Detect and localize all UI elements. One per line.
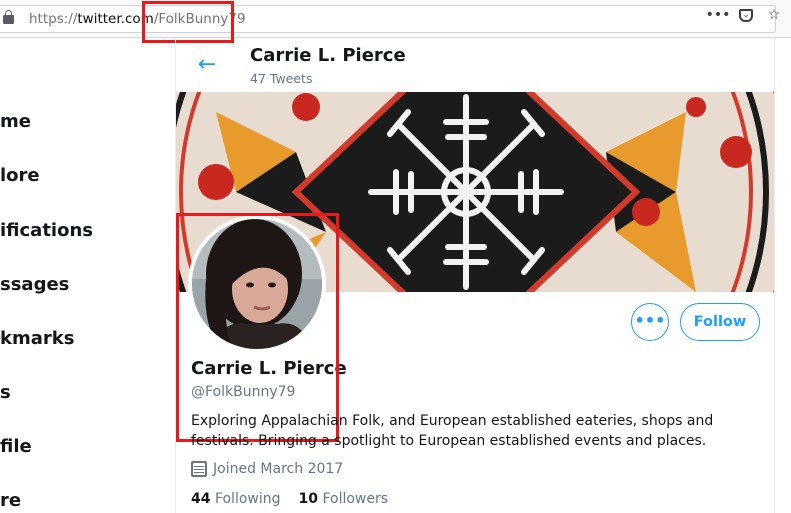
sidebar-nav: me lore ifications ssages kmarks s file … — [0, 38, 175, 513]
lock-icon — [3, 10, 14, 24]
joined-date: Joined March 2017 — [191, 461, 343, 477]
star-icon[interactable]: ☆ — [765, 6, 783, 24]
nav-item-home[interactable]: me — [0, 111, 31, 132]
back-arrow-icon[interactable]: ← — [194, 52, 220, 78]
following-link[interactable]: 44 Following — [191, 491, 281, 507]
annotation-box-profile — [176, 213, 339, 442]
nav-item-notifications[interactable]: ifications — [0, 220, 93, 241]
followers-label: Followers — [322, 491, 389, 507]
follow-stats: 44 Following 10 Followers — [191, 491, 388, 507]
following-label: Following — [214, 491, 281, 507]
nav-item-explore[interactable]: lore — [0, 165, 40, 186]
profile-header-bar: ← Carrie L. Pierce 47 Tweets — [176, 38, 776, 92]
header-name: Carrie L. Pierce — [250, 45, 406, 66]
nav-item-messages[interactable]: ssages — [0, 274, 69, 295]
calendar-icon — [191, 461, 207, 477]
url-actions: ••• ⌄ ☆ — [706, 6, 783, 24]
followers-count: 10 — [298, 491, 318, 507]
annotation-box-url — [142, 1, 234, 43]
more-options-button[interactable]: ••• — [631, 303, 669, 341]
nav-item-more[interactable]: re — [0, 490, 21, 511]
nav-item-bookmarks[interactable]: kmarks — [0, 328, 74, 349]
joined-text: Joined March 2017 — [213, 461, 344, 477]
page: https://twitter.com/FolkBunny79 ••• ⌄ ☆ … — [0, 0, 791, 513]
header-tweet-count: 47 Tweets — [250, 71, 313, 86]
followers-link[interactable]: 10 Followers — [299, 491, 389, 507]
profile-bio: Exploring Appalachian Folk, and European… — [191, 413, 714, 449]
ellipsis-icon[interactable]: ••• — [706, 6, 731, 24]
pocket-icon[interactable]: ⌄ — [739, 8, 753, 22]
url-prefix: https:// — [29, 11, 78, 27]
following-count: 44 — [191, 491, 211, 507]
nav-item-profile[interactable]: file — [0, 436, 32, 457]
browser-toolbar: https://twitter.com/FolkBunny79 ••• ⌄ ☆ — [0, 0, 791, 43]
nav-item-lists[interactable]: s — [0, 382, 11, 403]
follow-button[interactable]: Follow — [680, 303, 760, 341]
url-field[interactable]: https://twitter.com/FolkBunny79 — [0, 5, 776, 33]
profile-column: ← Carrie L. Pierce 47 Tweets ••• Follow … — [175, 38, 775, 513]
